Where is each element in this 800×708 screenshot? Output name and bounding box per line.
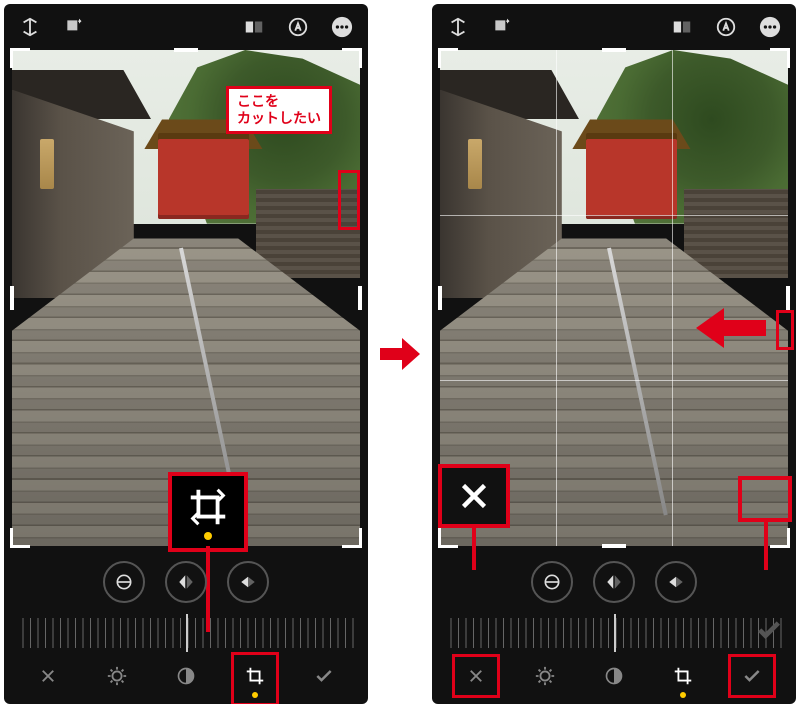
straighten-button[interactable] [103, 561, 145, 603]
angle-ruler[interactable] [16, 618, 356, 648]
auto-icon[interactable] [712, 13, 740, 41]
callout-connector [764, 522, 768, 570]
top-toolbar [432, 4, 796, 50]
straighten-button[interactable] [531, 561, 573, 603]
highlight-target-area [338, 170, 360, 230]
perspective-button[interactable] [227, 561, 269, 603]
flip-vertical-icon[interactable] [16, 13, 44, 41]
confirm-callout [738, 476, 792, 522]
top-toolbar [4, 4, 368, 50]
cancel-button[interactable] [462, 662, 490, 690]
callout-connector [472, 526, 476, 570]
crop-corner-tl[interactable] [438, 48, 458, 68]
crop-corner-tl[interactable] [10, 48, 30, 68]
rotate-icon[interactable] [60, 13, 88, 41]
bottom-toolrow [4, 648, 368, 704]
compare-icon[interactable] [240, 13, 268, 41]
crop-edge-top[interactable] [174, 48, 198, 52]
exposure-tool[interactable] [531, 662, 559, 690]
screenshot-before: ここを カットしたい [4, 4, 368, 704]
crop-corner-tr[interactable] [342, 48, 362, 68]
crop-corner-tr[interactable] [770, 48, 790, 68]
callout-line1: ここを [237, 93, 321, 110]
crop-edge-left[interactable] [10, 286, 14, 310]
contrast-tool[interactable] [600, 662, 628, 690]
flip-horizontal-button[interactable] [165, 561, 207, 603]
exposure-tool[interactable] [103, 662, 131, 690]
perspective-button[interactable] [655, 561, 697, 603]
crop-edge-top[interactable] [602, 48, 626, 52]
geometry-controls [432, 546, 796, 618]
geometry-controls [4, 546, 368, 618]
more-icon[interactable] [756, 13, 784, 41]
confirm-button[interactable] [310, 662, 338, 690]
angle-ruler[interactable] [444, 618, 784, 648]
confirm-button[interactable] [738, 662, 766, 690]
crop-edge-right[interactable] [358, 286, 362, 310]
compare-icon[interactable] [668, 13, 696, 41]
contrast-tool[interactable] [172, 662, 200, 690]
auto-icon[interactable] [284, 13, 312, 41]
screenshot-after [432, 4, 796, 704]
crop-corner-br[interactable] [770, 528, 790, 548]
highlight-drag-handle [776, 310, 794, 350]
rotate-icon[interactable] [488, 13, 516, 41]
more-icon[interactable] [328, 13, 356, 41]
crop-corner-bl[interactable] [438, 528, 458, 548]
crop-tool[interactable] [669, 662, 697, 690]
annotation-callout: ここを カットしたい [226, 86, 332, 134]
drag-arrow-icon [694, 306, 766, 350]
cancel-button[interactable] [34, 662, 62, 690]
crop-edge-left[interactable] [438, 286, 442, 310]
flip-vertical-icon[interactable] [444, 13, 472, 41]
callout-line2: カットしたい [237, 110, 321, 127]
crop-corner-br[interactable] [342, 528, 362, 548]
photo-canvas[interactable]: ここを カットしたい [12, 50, 360, 546]
crop-tool-callout [168, 472, 248, 552]
cancel-callout [438, 464, 510, 528]
crop-tool[interactable] [241, 662, 269, 690]
transition-arrow-icon [376, 330, 424, 378]
bottom-toolrow [432, 648, 796, 704]
flip-horizontal-button[interactable] [593, 561, 635, 603]
crop-edge-right[interactable] [786, 286, 790, 310]
crop-corner-bl[interactable] [10, 528, 30, 548]
